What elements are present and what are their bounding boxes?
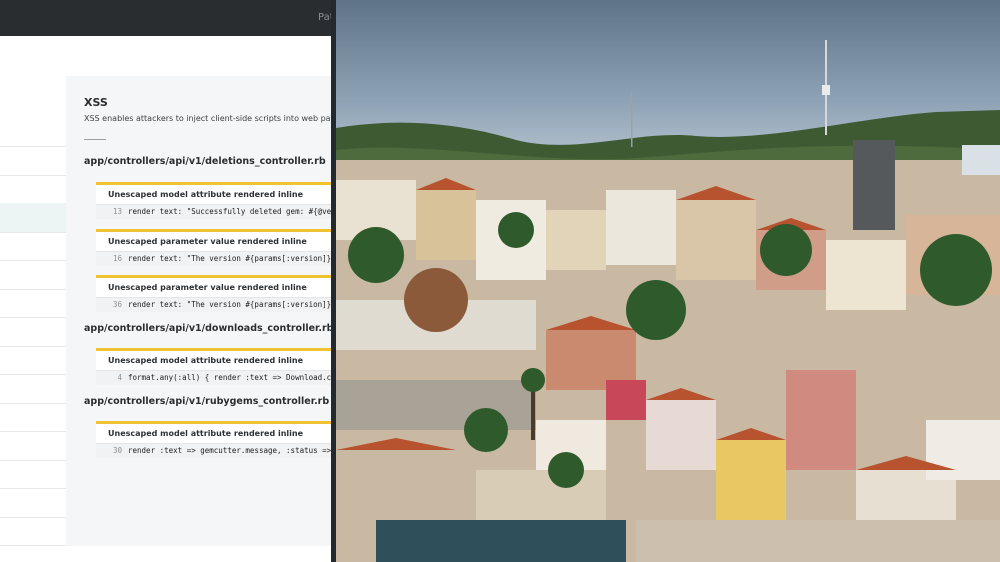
issue-title: Unescaped parameter value rendered inlin…	[108, 237, 307, 246]
line-number: 30	[112, 446, 122, 455]
line-number: 36	[112, 300, 122, 309]
sidebar-item[interactable]	[0, 289, 66, 318]
code-snippet: 30 render :text => gemcutter.message, :st…	[96, 443, 333, 458]
line-number: 4	[117, 373, 122, 382]
issue-card[interactable]: Unescaped parameter value rendered inlin…	[96, 275, 333, 312]
sidebar-item[interactable]	[0, 146, 66, 176]
code-snippet: 16 render text: "The version #{params[:ve…	[96, 251, 333, 266]
code-line: format.any(:all) { render :text => Downl…	[128, 373, 333, 382]
line-number: 13	[112, 207, 122, 216]
top-navigation-bar: Path	[0, 0, 333, 36]
issue-title: Unescaped model attribute rendered inlin…	[108, 429, 304, 438]
issue-title: Unescaped model attribute rendered inlin…	[108, 190, 304, 199]
sidebar-item[interactable]	[0, 488, 66, 518]
issue-title: Unescaped parameter value rendered inlin…	[108, 283, 307, 292]
sidebar-item[interactable]	[0, 76, 66, 147]
sidebar-item[interactable]	[0, 203, 66, 233]
city-hillside-photo	[336, 0, 1000, 562]
code-line: render :text => gemcutter.message, :stat…	[128, 446, 333, 455]
sidebar-item[interactable]	[0, 346, 66, 375]
sidebar-item[interactable]	[0, 374, 66, 404]
sidebar-item[interactable]	[0, 403, 66, 432]
app-screenshot-panel: Path XSS XSS enables attackers to inject…	[0, 0, 333, 562]
tall-building	[853, 140, 895, 230]
code-line: render text: "The version #{params[:vers…	[128, 300, 333, 309]
file-path-heading[interactable]: app/controllers/api/v1/downloads_control…	[84, 323, 333, 334]
issue-card[interactable]: Unescaped parameter value rendered inlin…	[96, 229, 333, 266]
warnings-content: XSS XSS enables attackers to inject clie…	[66, 76, 333, 546]
warning-type-title: XSS	[84, 96, 108, 109]
page-bottom	[0, 546, 333, 562]
sidebar-item[interactable]	[0, 260, 66, 290]
issue-card[interactable]: Unescaped model attribute rendered inlin…	[96, 348, 333, 385]
code-line: render text: "The version #{params[:vers…	[128, 254, 333, 263]
sidebar-item[interactable]	[0, 517, 66, 546]
issue-card[interactable]: Unescaped model attribute rendered inlin…	[96, 182, 333, 219]
line-number: 16	[112, 254, 122, 263]
sidebar-item[interactable]	[0, 175, 66, 204]
code-snippet: 4 format.any(:all) { render :text => Down…	[96, 370, 333, 385]
sidebar-item[interactable]	[0, 460, 66, 489]
file-path-heading[interactable]: app/controllers/api/v1/rubygems_controll…	[84, 396, 329, 407]
sidebar-item[interactable]	[0, 317, 66, 347]
sidebar-item[interactable]	[0, 232, 66, 261]
warning-type-description: XSS enables attackers to inject client-s…	[84, 114, 333, 123]
code-snippet: 36 render text: "The version #{params[:ve…	[96, 297, 333, 312]
code-line: render text: "Successfully deleted gem: …	[128, 207, 333, 216]
file-path-heading[interactable]: app/controllers/api/v1/deletions_control…	[84, 156, 326, 167]
sub-header-bar	[0, 36, 333, 77]
issue-title: Unescaped model attribute rendered inlin…	[108, 356, 304, 365]
issue-card[interactable]: Unescaped model attribute rendered inlin…	[96, 421, 333, 458]
section-divider	[84, 139, 106, 140]
code-snippet: 13 render text: "Successfully deleted gem…	[96, 204, 333, 219]
sidebar	[0, 76, 67, 546]
sidebar-item[interactable]	[0, 431, 66, 461]
